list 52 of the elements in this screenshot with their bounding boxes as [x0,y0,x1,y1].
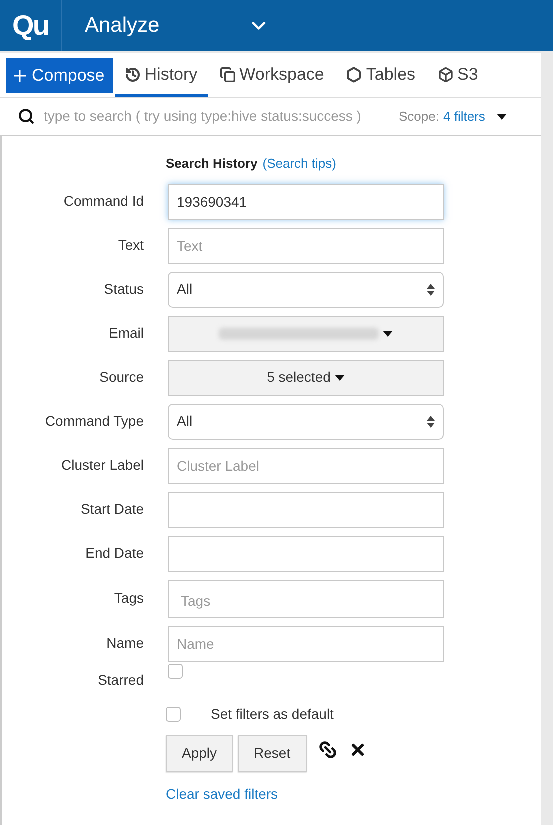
field-label: Name [106,634,144,653]
form-button[interactable]: Reset [238,734,307,772]
checkbox[interactable] [168,664,183,678]
text-field[interactable] [168,492,444,528]
tags-field[interactable]: Tags [168,580,444,618]
updown-icon [427,284,435,296]
hexagon-icon [346,66,362,82]
compose-button[interactable]: Compose [6,58,113,93]
checkbox[interactable] [166,706,181,722]
tab[interactable]: Tables [336,55,426,97]
caret-icon [497,114,508,120]
caret-icon [383,330,393,336]
field-label: End Date [84,544,144,563]
history-icon [124,66,141,82]
caret-icon [334,374,345,380]
form-title: Search History [166,155,258,173]
field-label: Command Type [44,412,144,431]
tab[interactable]: S3 [428,55,488,97]
text-field[interactable]: Cluster Label [168,448,444,484]
dropdown-button[interactable]: 5 selected [168,360,444,396]
form-button[interactable]: Apply [166,734,234,772]
scope-label: Scope: [399,108,440,126]
scope-link[interactable]: 4 filters [443,106,486,126]
search-tips-link[interactable]: (Search tips) [262,154,336,174]
field-label: Starred [97,670,144,690]
updown-icon [427,416,435,428]
field-label: Command Id [62,192,144,211]
text-field[interactable]: Name [168,626,444,662]
search-field[interactable]: type to search ( try using type:hive status:success ) [44,106,394,127]
plus-icon [14,70,26,82]
field-label: Cluster Label [60,456,144,475]
clear-filters-link[interactable]: Clear saved filters [166,784,278,804]
field-label: Status [103,280,144,299]
logo: Qu [12,8,49,42]
tab[interactable]: Workspace [210,55,334,97]
page-title: Analyze [85,12,160,39]
text-field[interactable]: Text [168,228,444,264]
checkbox-label: Set filters as default [211,704,334,724]
field-label: Email [108,324,144,343]
select-field[interactable]: All [168,404,444,440]
field-label: Tags [113,589,144,608]
select-field[interactable]: All [168,272,444,308]
text-field[interactable]: 193690341 [168,184,444,220]
tab[interactable]: History [114,55,208,97]
field-label: Start Date [80,500,144,519]
windows-icon [220,66,236,82]
field-label: Source [98,368,144,387]
text-field[interactable] [168,536,444,572]
cube-icon [438,66,454,82]
search-icon [18,108,35,125]
field-label: Text [117,236,144,255]
dropdown-button[interactable] [168,316,444,352]
